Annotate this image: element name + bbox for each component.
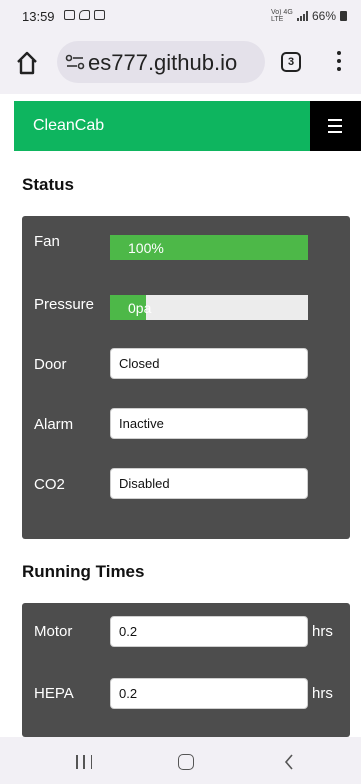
fan-progress-bar: 100% — [110, 235, 308, 260]
hepa-label: HEPA — [34, 685, 74, 702]
hepa-field[interactable] — [110, 678, 308, 709]
browser-toolbar: es777.github.io 3 — [0, 32, 361, 94]
mail-notification-icon — [94, 10, 105, 20]
status-bar: 13:59 Vo) 4G LTE 66% — [0, 0, 361, 32]
fan-progress-text: 100% — [128, 240, 164, 256]
fan-label: Fan — [34, 233, 60, 250]
home-icon[interactable] — [14, 50, 40, 76]
running-times-heading: Running Times — [22, 562, 145, 581]
address-bar[interactable]: es777.github.io — [57, 41, 265, 83]
status-right: Vo) 4G LTE 66% — [271, 9, 347, 23]
pressure-progress-bar: 0pa — [110, 295, 308, 320]
status-heading: Status — [22, 175, 74, 194]
motor-label: Motor — [34, 623, 73, 640]
door-label: Door — [34, 356, 67, 373]
site-settings-icon[interactable] — [65, 53, 85, 71]
alarm-field[interactable] — [110, 408, 308, 439]
app-navbar: CleanCab — [14, 101, 361, 151]
motor-field[interactable] — [110, 616, 308, 647]
battery-percent: 66% — [311, 9, 336, 23]
network-indicator: Vo) 4G LTE — [270, 9, 293, 23]
alarm-label: Alarm — [34, 416, 74, 433]
signal-icon — [296, 11, 308, 21]
co2-field[interactable] — [110, 468, 308, 499]
recents-icon[interactable] — [76, 755, 92, 769]
status-time: 13:59 — [22, 9, 55, 24]
pressure-label: Pressure — [34, 296, 95, 313]
photo-notification-icon — [64, 10, 75, 20]
more-vert-icon[interactable] — [337, 51, 343, 73]
pressure-progress-text: 0pa — [128, 300, 152, 316]
running-times-panel: Motor hrs HEPA hrs — [22, 603, 350, 769]
back-icon[interactable] — [284, 754, 294, 770]
tabs-icon[interactable]: 3 — [281, 52, 301, 72]
battery-icon — [340, 11, 347, 21]
system-nav-bar — [0, 737, 361, 784]
nav-home-icon[interactable] — [178, 754, 194, 770]
status-panel: Fan 100% Pressure 0pa Door Alarm CO2 — [22, 216, 350, 539]
motor-unit: hrs — [312, 623, 333, 640]
menu-icon[interactable] — [310, 101, 361, 151]
door-field[interactable] — [110, 348, 308, 379]
cast-notification-icon — [79, 10, 90, 20]
hepa-unit: hrs — [312, 685, 333, 702]
url-text[interactable]: es777.github.io — [88, 50, 237, 76]
brand-link[interactable]: CleanCab — [33, 117, 104, 135]
co2-label: CO2 — [34, 476, 65, 493]
notification-icons — [64, 10, 105, 20]
